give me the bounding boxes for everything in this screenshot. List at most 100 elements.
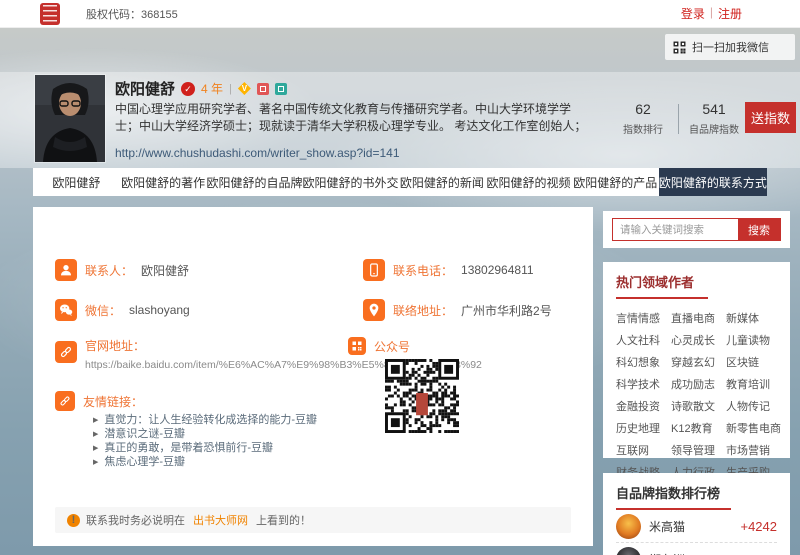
- phone-icon: [363, 259, 385, 281]
- top-bar: 股权代码：368155 登录 | 注册: [0, 0, 800, 28]
- tab-home[interactable]: 欧阳健舒: [33, 168, 120, 196]
- cert-badge-icon: [275, 83, 287, 95]
- hot-tag[interactable]: 直播电商: [671, 310, 715, 326]
- hot-tag[interactable]: 科学技术: [616, 376, 660, 392]
- website-label: 官网地址：: [85, 339, 145, 353]
- auth-links: 登录 | 注册: [681, 5, 742, 22]
- link-icon: [55, 391, 75, 411]
- login-link[interactable]: 登录: [681, 5, 705, 22]
- tab-products[interactable]: 欧阳健舒的产品: [572, 168, 659, 196]
- official-account-label: 公众号: [374, 338, 410, 355]
- search-button[interactable]: 搜索: [738, 219, 780, 240]
- ranking-item[interactable]: 米高猫 +4242: [616, 510, 777, 543]
- hot-tag[interactable]: 教育培训: [726, 376, 781, 392]
- hot-tag[interactable]: 人文社科: [616, 332, 660, 348]
- qr-icon: [348, 337, 366, 355]
- ranking-item[interactable]: 郑九洲 +3316: [616, 543, 777, 555]
- site-logo[interactable]: [40, 3, 60, 25]
- vip-diamond-icon: V: [238, 82, 251, 95]
- hot-tag[interactable]: 领导管理: [671, 442, 715, 458]
- qr-scan-icon: [673, 41, 686, 54]
- brand-index-stat: 541 自品牌指数: [683, 101, 745, 136]
- friend-links-header: 友情链接：: [55, 391, 143, 411]
- wechat-field: 微信： slashoyang: [55, 299, 190, 321]
- author-photo: [35, 75, 105, 162]
- profile-tab-bar: 欧阳健舒 欧阳健舒的著作 欧阳健舒的自品牌 欧阳健舒的书外交 欧阳健舒的新闻 欧…: [33, 168, 767, 196]
- hot-tag[interactable]: 言情情感: [616, 310, 660, 326]
- brand-index-value: 541: [683, 101, 745, 117]
- wechat-value: slashoyang: [129, 303, 190, 317]
- location-pin-icon: [363, 299, 385, 321]
- contact-phone-value: 13802964811: [461, 263, 534, 277]
- contact-phone-label: 联系电话：: [393, 262, 453, 279]
- contact-card: 联系人： 欧阳健舒 联系电话： 13802964811 微信： slashoya…: [33, 207, 593, 546]
- register-link[interactable]: 注册: [718, 5, 742, 22]
- tab-contact[interactable]: 欧阳健舒的联系方式: [659, 168, 767, 196]
- search-input[interactable]: [613, 219, 738, 240]
- ranking-author-name[interactable]: 郑九洲: [649, 551, 685, 555]
- hot-tag[interactable]: 区块链: [726, 354, 781, 370]
- avatar: [616, 547, 641, 555]
- wechat-scan-box[interactable]: 扫一扫加我微信: [665, 34, 795, 60]
- hot-tag[interactable]: 人物传记: [726, 398, 781, 414]
- link-icon: [55, 341, 77, 363]
- stock-code-label: 股权代码：368155: [86, 6, 178, 22]
- contact-person-label: 联系人：: [85, 262, 133, 279]
- hot-tag[interactable]: 新媒体: [726, 310, 781, 326]
- hot-tag[interactable]: 市场营销: [726, 442, 781, 458]
- notice-prefix: 联系我时务必说明在: [86, 512, 185, 528]
- sidebar-search-panel: 搜索: [603, 211, 790, 248]
- stats-divider: [678, 104, 679, 134]
- hot-tag[interactable]: 儿童读物: [726, 332, 781, 348]
- title-underline: [616, 297, 708, 299]
- author-header: 欧阳健舒 ✓ 4 年 | V: [115, 78, 287, 99]
- wechat-label: 微信：: [85, 302, 121, 319]
- friend-links-label: 友情链接：: [83, 393, 143, 410]
- avatar: [616, 514, 641, 539]
- hot-tag[interactable]: 心灵成长: [671, 332, 715, 348]
- send-index-button[interactable]: 送指数: [745, 102, 796, 133]
- notice-bar: ! 联系我时务必说明在 出书大师网 上看到的！: [55, 507, 571, 533]
- address-field: 联络地址： 广州市华利路2号: [363, 299, 552, 321]
- medal-badge-icon: [257, 83, 269, 95]
- official-account-field: 公众号: [348, 337, 410, 355]
- address-value: 广州市华利路2号: [461, 302, 552, 319]
- friend-link[interactable]: 焦虑心理学-豆瓣: [93, 453, 185, 469]
- index-rank-value: 62: [612, 101, 674, 117]
- ranking-index-value: +4242: [740, 519, 777, 534]
- hot-authors-panel: 热门领域作者 言情情感 直播电商 新媒体 人文社科 心灵成长 儿童读物 科幻想象…: [603, 262, 790, 458]
- badge-divider: |: [229, 83, 232, 95]
- wechat-icon: [55, 299, 77, 321]
- index-rank-stat: 62 指数排行: [612, 101, 674, 136]
- hot-tag[interactable]: 成功励志: [671, 376, 715, 392]
- hot-tag[interactable]: 互联网: [616, 442, 660, 458]
- tab-videos[interactable]: 欧阳健舒的视频: [485, 168, 572, 196]
- hot-tag[interactable]: 历史地理: [616, 420, 660, 436]
- author-name: 欧阳健舒: [115, 78, 175, 99]
- hot-authors-title: 热门领域作者: [616, 272, 777, 291]
- hot-tag[interactable]: 金融投资: [616, 398, 660, 414]
- hot-tag[interactable]: 科幻想象: [616, 354, 660, 370]
- tab-works[interactable]: 欧阳健舒的著作: [120, 168, 207, 196]
- ranking-author-name[interactable]: 米高猫: [649, 518, 685, 535]
- contact-person-field: 联系人： 欧阳健舒: [55, 259, 189, 281]
- brand-ranking-title: 自品牌指数排行榜: [616, 483, 777, 502]
- tab-self-brand[interactable]: 欧阳健舒的自品牌: [206, 168, 302, 196]
- tab-news[interactable]: 欧阳健舒的新闻: [398, 168, 485, 196]
- hot-tag[interactable]: 新零售电商: [726, 420, 781, 436]
- notice-site-link[interactable]: 出书大师网: [193, 512, 248, 528]
- verified-badge-icon: ✓: [181, 82, 195, 96]
- official-account-qr: [385, 359, 459, 438]
- hot-tag[interactable]: K12教育: [671, 420, 715, 436]
- hot-tag[interactable]: 穿越玄幻: [671, 354, 715, 370]
- brand-index-label: 自品牌指数: [683, 121, 745, 136]
- author-bio: 中国心理学应用研究学者、著名中国传统文化教育与传播研究学者。中山大学环境学学士；…: [115, 101, 593, 135]
- contact-person-value: 欧阳健舒: [141, 262, 189, 279]
- contact-phone-field: 联系电话： 13802964811: [363, 259, 534, 281]
- tab-book-diplomacy[interactable]: 欧阳健舒的书外交: [302, 168, 398, 196]
- author-homepage-url[interactable]: http://www.chushudashi.com/writer_show.a…: [115, 146, 400, 160]
- exclamation-icon: !: [67, 514, 80, 527]
- hot-tag[interactable]: 诗歌散文: [671, 398, 715, 414]
- index-rank-label: 指数排行: [612, 121, 674, 136]
- auth-divider: |: [710, 5, 713, 22]
